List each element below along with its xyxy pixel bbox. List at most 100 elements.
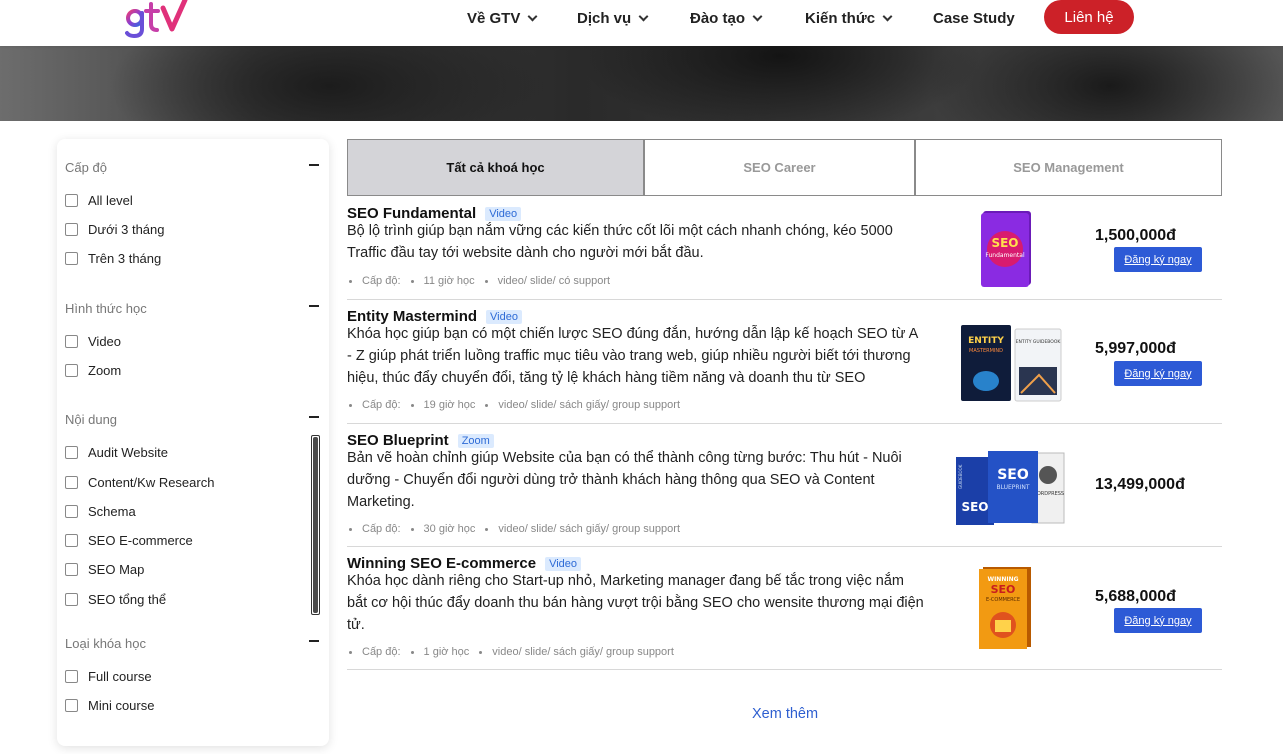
- filter-option[interactable]: SEO Map: [65, 562, 144, 577]
- course-price: 5,688,000đ: [1095, 588, 1176, 605]
- checkbox[interactable]: [65, 476, 78, 489]
- filter-option[interactable]: Content/Kw Research: [65, 475, 214, 490]
- meta-hours: 30 giờ học: [423, 523, 476, 535]
- nav-case-study[interactable]: Case Study: [933, 0, 1015, 36]
- filter-option[interactable]: All level: [65, 193, 133, 208]
- filter-level-title: Cấp độ: [65, 160, 107, 175]
- collapse-icon[interactable]: [309, 416, 319, 418]
- course-item: Winning SEO E-commerce Video Khóa học dàn…: [347, 555, 1222, 669]
- course-description: Bản vẽ hoàn chỉnh giúp Website của bạn c…: [347, 450, 902, 510]
- format-badge: Video: [545, 556, 582, 571]
- gtv-logo[interactable]: [125, 0, 189, 38]
- checkbox[interactable]: [65, 364, 78, 377]
- filter-option-label: SEO Map: [88, 562, 145, 577]
- chevron-down-icon: [638, 11, 649, 21]
- filter-option-label: SEO E-commerce: [88, 533, 193, 548]
- nav-case-study-label: Case Study: [933, 9, 1015, 27]
- course-price: 1,500,000đ: [1095, 227, 1176, 244]
- nav-knowledge[interactable]: Kiến thức: [805, 0, 893, 36]
- contact-button[interactable]: Liên hệ: [1044, 0, 1134, 34]
- meta-level: Cấp độ:: [362, 399, 401, 411]
- filter-option-label: Dưới 3 tháng: [88, 222, 165, 237]
- filter-option-label: Full course: [88, 669, 152, 684]
- tab-seo-management[interactable]: SEO Management: [915, 139, 1222, 196]
- meta-level: Cấp độ:: [362, 523, 401, 535]
- nav-training[interactable]: Đào tạo: [690, 0, 763, 36]
- format-badge: Video: [486, 309, 522, 324]
- thumb-entity-label: ENTITY: [968, 336, 1004, 346]
- collapse-icon[interactable]: [309, 305, 319, 307]
- scrollbar-thumb[interactable]: [313, 437, 318, 613]
- site-header: Về GTV Dịch vụ Đào tạo Kiến thức Case St…: [0, 0, 1283, 46]
- filter-sidebar: Cấp độ All level Dưới 3 tháng Trên 3 thá…: [57, 139, 329, 746]
- course-thumbnail[interactable]: SEO Fundamental: [979, 209, 1033, 287]
- filter-option[interactable]: Schema: [65, 504, 136, 519]
- checkbox[interactable]: [65, 699, 78, 712]
- filter-option-label: All level: [88, 193, 133, 208]
- thumb-guidebook-label: ENTITY GUIDEBOOK: [1016, 339, 1062, 345]
- thumb-fundamental-label: Fundamental: [985, 252, 1025, 259]
- course-meta: Cấp độ: 1 giờ học video/ slide/ sách giấy/…: [349, 646, 674, 658]
- meta-hours: 19 giờ học: [423, 399, 476, 411]
- filter-option-label: Trên 3 tháng: [88, 251, 162, 266]
- filter-option-label: Zoom: [88, 363, 122, 378]
- filter-option[interactable]: Audit Website: [65, 445, 168, 460]
- meta-materials: video/ slide/ sách giấy/ group support: [498, 523, 680, 535]
- tab-seo-career[interactable]: SEO Career: [644, 139, 915, 196]
- filter-scrollbar[interactable]: [311, 435, 320, 615]
- checkbox[interactable]: [65, 563, 78, 576]
- checkbox[interactable]: [65, 534, 78, 547]
- filter-format-title: Hình thức học: [65, 301, 147, 316]
- course-price: 13,499,000đ: [1095, 476, 1185, 493]
- filter-content-title: Nội dung: [65, 412, 118, 427]
- divider: [347, 423, 1222, 424]
- nav-services[interactable]: Dịch vụ: [577, 0, 649, 36]
- chevron-down-icon: [752, 11, 763, 21]
- thumb-seo-label: SEO: [991, 236, 1018, 250]
- filter-option-label: Mini course: [88, 698, 155, 713]
- course-thumbnail[interactable]: SEO GUIDEBOOK WORDPRESS SEO BLUEPRINT: [954, 449, 1066, 527]
- filter-option[interactable]: SEO E-commerce: [65, 533, 193, 548]
- filter-option[interactable]: Mini course: [65, 698, 154, 713]
- meta-hours: 11 giờ học: [423, 275, 475, 287]
- filter-option[interactable]: Video: [65, 334, 121, 349]
- load-more-link[interactable]: Xem thêm: [752, 706, 818, 722]
- divider: [347, 669, 1222, 670]
- course-meta: Cấp độ: 11 giờ học video/ slide/ có suppor…: [349, 275, 610, 287]
- course-meta: Cấp độ: 19 giờ học video/ slide/ sách giấy…: [349, 399, 680, 411]
- tab-all-courses[interactable]: Tất cả khoá học: [347, 139, 644, 196]
- course-thumbnail[interactable]: WINNING SEO E-COMMERCE: [977, 565, 1033, 649]
- nav-services-label: Dịch vụ: [577, 9, 632, 27]
- filter-option-label: Video: [88, 334, 122, 349]
- chevron-down-icon: [882, 11, 893, 21]
- checkbox[interactable]: [65, 505, 78, 518]
- register-button[interactable]: Đăng ký ngay: [1114, 247, 1202, 272]
- checkbox[interactable]: [65, 670, 78, 683]
- checkbox[interactable]: [65, 446, 78, 459]
- meta-materials: video/ slide/ sách giấy/ group support: [492, 646, 674, 658]
- meta-hours: 1 giờ học: [423, 646, 470, 658]
- thumb-ecommerce-label: E-COMMERCE: [986, 597, 1020, 603]
- collapse-icon[interactable]: [309, 164, 319, 166]
- thumb-guidebook-label: GUIDEBOOK: [958, 464, 963, 489]
- checkbox[interactable]: [65, 194, 78, 207]
- nav-about[interactable]: Về GTV: [467, 0, 538, 36]
- checkbox[interactable]: [65, 223, 78, 236]
- checkbox[interactable]: [65, 335, 78, 348]
- thumb-seo-label: SEO: [961, 500, 988, 514]
- course-thumbnail[interactable]: ENTITY MASTERMIND ENTITY GUIDEBOOK: [959, 323, 1063, 403]
- filter-option[interactable]: Dưới 3 tháng: [65, 222, 165, 237]
- divider: [347, 299, 1222, 300]
- checkbox[interactable]: [65, 252, 78, 265]
- checkbox[interactable]: [65, 593, 78, 606]
- filter-type-title: Loại khóa học: [65, 636, 146, 651]
- filter-option[interactable]: SEO tổng thể: [65, 592, 166, 607]
- collapse-icon[interactable]: [309, 640, 319, 642]
- filter-option-label: SEO tổng thể: [88, 592, 167, 607]
- filter-option[interactable]: Zoom: [65, 363, 121, 378]
- filter-option[interactable]: Full course: [65, 669, 152, 684]
- register-button[interactable]: Đăng ký ngay: [1114, 608, 1202, 633]
- format-badge: Zoom: [457, 433, 494, 448]
- register-button[interactable]: Đăng ký ngay: [1114, 361, 1202, 386]
- filter-option[interactable]: Trên 3 tháng: [65, 251, 161, 266]
